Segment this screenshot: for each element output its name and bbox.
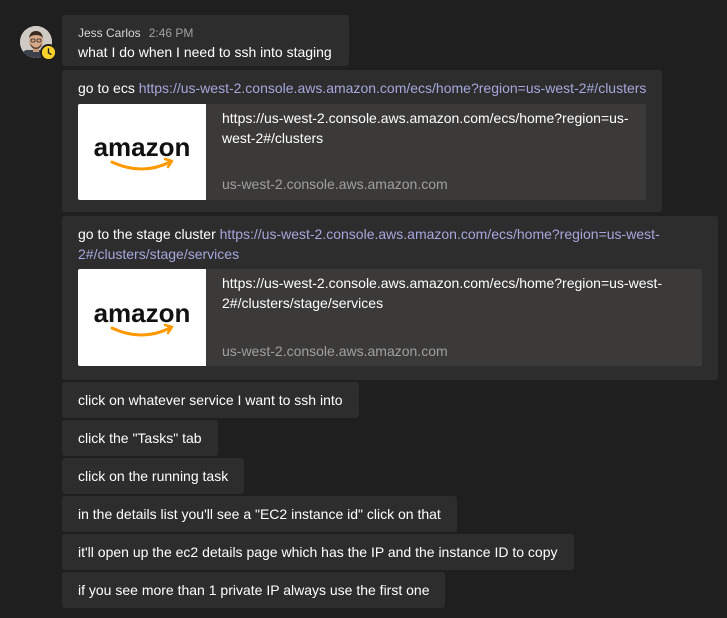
message-text: go to the stage cluster https://us-west-…	[78, 224, 702, 264]
preview-domain: us-west-2.console.aws.amazon.com	[222, 343, 448, 359]
ecs-clusters-link[interactable]: https://us-west-2.console.aws.amazon.com…	[139, 80, 647, 96]
message-text: click on the running task	[78, 468, 229, 484]
stage-cluster-link-continued[interactable]: 2#/clusters/stage/services	[78, 246, 239, 262]
link-preview-card[interactable]: amazon https://us-west-2.console.aws.ama…	[78, 269, 702, 366]
message-text: go to ecs https://us-west-2.console.aws.…	[78, 78, 646, 98]
message-text: click the "Tasks" tab	[78, 430, 202, 446]
message-bubble: go to ecs https://us-west-2.console.aws.…	[62, 70, 662, 212]
message-bubble: click on whatever service I want to ssh …	[62, 382, 359, 418]
message-bubble: click on the running task	[62, 458, 245, 494]
message-bubble: in the details list you'll see a "EC2 in…	[62, 496, 457, 532]
message-bubble: Jess Carlos 2:46 PM what I do when I need…	[62, 15, 349, 66]
amazon-logo: amazon	[78, 269, 206, 366]
message-bubble: if you see more than 1 private IP always…	[62, 572, 446, 608]
message-bubble: go to the stage cluster https://us-west-…	[62, 216, 718, 380]
preview-title-line: https://us-west-2.console.aws.amazon.com…	[222, 110, 629, 126]
message-text: if you see more than 1 private IP always…	[78, 582, 430, 598]
amazon-logo-text: amazon	[94, 298, 191, 328]
message-text: it'll open up the ec2 details page which…	[78, 544, 558, 560]
preview-title-line: https://us-west-2.console.aws.amazon.com…	[222, 275, 663, 291]
preview-title[interactable]: https://us-west-2.console.aws.amazon.com…	[222, 108, 630, 148]
message-prefix: go to the stage cluster	[78, 226, 220, 242]
message-bubble: click the "Tasks" tab	[62, 420, 218, 456]
stage-cluster-link[interactable]: https://us-west-2.console.aws.amazon.com…	[220, 226, 660, 242]
message-text: click on whatever service I want to ssh …	[78, 392, 343, 408]
message-text: in the details list you'll see a "EC2 in…	[78, 506, 441, 522]
author-name[interactable]: Jess Carlos	[78, 26, 141, 40]
link-preview-card[interactable]: amazon https://us-west-2.console.aws.ama…	[78, 104, 646, 200]
message-header: Jess Carlos 2:46 PM	[78, 15, 333, 41]
message-prefix: go to ecs	[78, 80, 139, 96]
preview-title[interactable]: https://us-west-2.console.aws.amazon.com…	[222, 273, 686, 313]
amazon-logo: amazon	[78, 104, 206, 200]
message-bubble: it'll open up the ec2 details page which…	[62, 534, 574, 570]
message-timestamp: 2:46 PM	[148, 26, 194, 40]
preview-title-line: 2#/clusters/stage/services	[222, 295, 384, 311]
away-clock-icon	[40, 44, 57, 61]
amazon-logo-text: amazon	[94, 132, 191, 162]
preview-title-line: west-2#/clusters	[222, 130, 324, 146]
message-text: what I do when I need to ssh into stagin…	[78, 44, 332, 60]
preview-domain: us-west-2.console.aws.amazon.com	[222, 176, 448, 192]
